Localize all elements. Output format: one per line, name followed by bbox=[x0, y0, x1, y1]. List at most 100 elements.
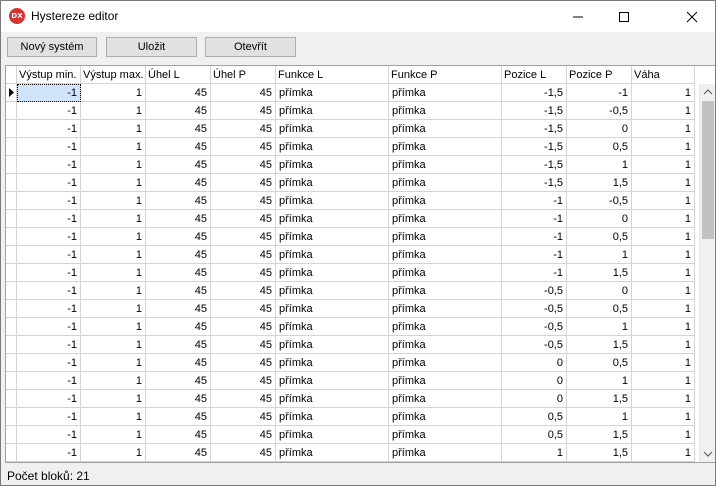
cell-funkce-l[interactable]: přímka bbox=[276, 192, 389, 210]
table-row[interactable]: -1 1 45 45 přímka přímka 0 0,5 1 bbox=[6, 354, 699, 372]
cell-pozice-l[interactable]: 0,5 bbox=[502, 408, 567, 426]
cell-vaha[interactable]: 1 bbox=[632, 390, 695, 408]
cell-pozice-l[interactable]: -1 bbox=[502, 228, 567, 246]
cell-vystup-max[interactable]: 1 bbox=[81, 408, 146, 426]
cell-uhel-p[interactable]: 45 bbox=[211, 318, 276, 336]
cell-vaha[interactable]: 1 bbox=[632, 300, 695, 318]
cell-vaha[interactable]: 1 bbox=[632, 354, 695, 372]
scroll-down-button[interactable] bbox=[700, 445, 715, 462]
cell-vaha[interactable]: 1 bbox=[632, 120, 695, 138]
cell-uhel-l[interactable]: 45 bbox=[146, 390, 211, 408]
cell-pozice-p[interactable]: 1 bbox=[567, 408, 632, 426]
cell-uhel-p[interactable]: 45 bbox=[211, 408, 276, 426]
cell-pozice-p[interactable]: -1 bbox=[567, 84, 632, 102]
maximize-button[interactable] bbox=[601, 1, 647, 32]
cell-pozice-l[interactable]: -1,5 bbox=[502, 102, 567, 120]
cell-vystup-max[interactable]: 1 bbox=[81, 282, 146, 300]
cell-pozice-l[interactable]: -1,5 bbox=[502, 156, 567, 174]
row-header[interactable] bbox=[6, 174, 17, 192]
cell-funkce-p[interactable]: přímka bbox=[389, 192, 502, 210]
cell-uhel-l[interactable]: 45 bbox=[146, 300, 211, 318]
table-row[interactable]: -1 1 45 45 přímka přímka 0,5 1,5 1 bbox=[6, 426, 699, 444]
cell-uhel-l[interactable]: 45 bbox=[146, 336, 211, 354]
cell-pozice-l[interactable]: -1 bbox=[502, 264, 567, 282]
cell-funkce-l[interactable]: přímka bbox=[276, 156, 389, 174]
cell-funkce-l[interactable]: přímka bbox=[276, 372, 389, 390]
cell-vaha[interactable]: 1 bbox=[632, 444, 695, 462]
minimize-button[interactable] bbox=[555, 1, 601, 32]
column-header-uhel-l[interactable]: Úhel L bbox=[146, 66, 211, 84]
cell-vaha[interactable]: 1 bbox=[632, 282, 695, 300]
cell-pozice-l[interactable]: 0 bbox=[502, 354, 567, 372]
cell-pozice-p[interactable]: -0,5 bbox=[567, 102, 632, 120]
cell-pozice-p[interactable]: 0,5 bbox=[567, 354, 632, 372]
cell-vaha[interactable]: 1 bbox=[632, 372, 695, 390]
row-header[interactable] bbox=[6, 246, 17, 264]
cell-pozice-p[interactable]: -0,5 bbox=[567, 192, 632, 210]
cell-vystup-min[interactable]: -1 bbox=[17, 264, 81, 282]
cell-uhel-l[interactable]: 45 bbox=[146, 192, 211, 210]
cell-funkce-l[interactable]: přímka bbox=[276, 408, 389, 426]
cell-vystup-min[interactable]: -1 bbox=[17, 156, 81, 174]
cell-vystup-min[interactable]: -1 bbox=[17, 102, 81, 120]
table-row[interactable]: -1 1 45 45 přímka přímka -0,5 1,5 1 bbox=[6, 336, 699, 354]
open-button[interactable]: Otevřít bbox=[205, 37, 296, 57]
row-header[interactable] bbox=[6, 318, 17, 336]
row-header[interactable] bbox=[6, 84, 17, 102]
cell-uhel-p[interactable]: 45 bbox=[211, 372, 276, 390]
cell-funkce-p[interactable]: přímka bbox=[389, 426, 502, 444]
cell-vystup-min[interactable]: -1 bbox=[17, 408, 81, 426]
cell-pozice-l[interactable]: -1,5 bbox=[502, 174, 567, 192]
cell-funkce-p[interactable]: přímka bbox=[389, 102, 502, 120]
row-header[interactable] bbox=[6, 444, 17, 462]
cell-uhel-l[interactable]: 45 bbox=[146, 174, 211, 192]
cell-vaha[interactable]: 1 bbox=[632, 156, 695, 174]
column-header-uhel-p[interactable]: Úhel P bbox=[211, 66, 276, 84]
cell-vystup-max[interactable]: 1 bbox=[81, 138, 146, 156]
cell-funkce-p[interactable]: přímka bbox=[389, 246, 502, 264]
table-row[interactable]: -1 1 45 45 přímka přímka -1 0,5 1 bbox=[6, 228, 699, 246]
table-row[interactable]: -1 1 45 45 přímka přímka -1,5 1 1 bbox=[6, 156, 699, 174]
cell-uhel-l[interactable]: 45 bbox=[146, 444, 211, 462]
cell-uhel-l[interactable]: 45 bbox=[146, 228, 211, 246]
row-header[interactable] bbox=[6, 138, 17, 156]
cell-pozice-p[interactable]: 0 bbox=[567, 120, 632, 138]
column-header-funkce-l[interactable]: Funkce L bbox=[276, 66, 389, 84]
cell-vystup-min[interactable]: -1 bbox=[17, 228, 81, 246]
cell-pozice-p[interactable]: 0 bbox=[567, 210, 632, 228]
cell-funkce-p[interactable]: přímka bbox=[389, 408, 502, 426]
cell-vystup-max[interactable]: 1 bbox=[81, 390, 146, 408]
cell-pozice-l[interactable]: -1,5 bbox=[502, 138, 567, 156]
cell-vystup-min[interactable]: -1 bbox=[17, 300, 81, 318]
cell-vystup-min[interactable]: -1 bbox=[17, 282, 81, 300]
cell-funkce-p[interactable]: přímka bbox=[389, 264, 502, 282]
data-grid[interactable]: Výstup min. Výstup max. Úhel L Úhel P Funkce… bbox=[5, 65, 715, 463]
cell-vystup-max[interactable]: 1 bbox=[81, 210, 146, 228]
cell-funkce-l[interactable]: přímka bbox=[276, 426, 389, 444]
cell-uhel-l[interactable]: 45 bbox=[146, 426, 211, 444]
cell-funkce-p[interactable]: přímka bbox=[389, 336, 502, 354]
cell-pozice-l[interactable]: -1 bbox=[502, 192, 567, 210]
row-header[interactable] bbox=[6, 372, 17, 390]
cell-pozice-l[interactable]: -1,5 bbox=[502, 120, 567, 138]
cell-uhel-p[interactable]: 45 bbox=[211, 246, 276, 264]
cell-pozice-l[interactable]: 1 bbox=[502, 444, 567, 462]
cell-funkce-p[interactable]: přímka bbox=[389, 354, 502, 372]
cell-vystup-max[interactable]: 1 bbox=[81, 336, 146, 354]
cell-uhel-p[interactable]: 45 bbox=[211, 282, 276, 300]
cell-funkce-p[interactable]: přímka bbox=[389, 210, 502, 228]
cell-uhel-p[interactable]: 45 bbox=[211, 210, 276, 228]
cell-pozice-p[interactable]: 1,5 bbox=[567, 264, 632, 282]
cell-vystup-max[interactable]: 1 bbox=[81, 228, 146, 246]
row-header[interactable] bbox=[6, 336, 17, 354]
cell-uhel-p[interactable]: 45 bbox=[211, 174, 276, 192]
cell-uhel-p[interactable]: 45 bbox=[211, 354, 276, 372]
cell-funkce-l[interactable]: přímka bbox=[276, 282, 389, 300]
cell-funkce-p[interactable]: přímka bbox=[389, 300, 502, 318]
cell-funkce-l[interactable]: přímka bbox=[276, 300, 389, 318]
cell-vaha[interactable]: 1 bbox=[632, 408, 695, 426]
new-system-button[interactable]: Nový systém bbox=[7, 37, 97, 57]
close-button[interactable] bbox=[669, 1, 715, 32]
cell-uhel-p[interactable]: 45 bbox=[211, 156, 276, 174]
table-row[interactable]: -1 1 45 45 přímka přímka -0,5 0,5 1 bbox=[6, 300, 699, 318]
